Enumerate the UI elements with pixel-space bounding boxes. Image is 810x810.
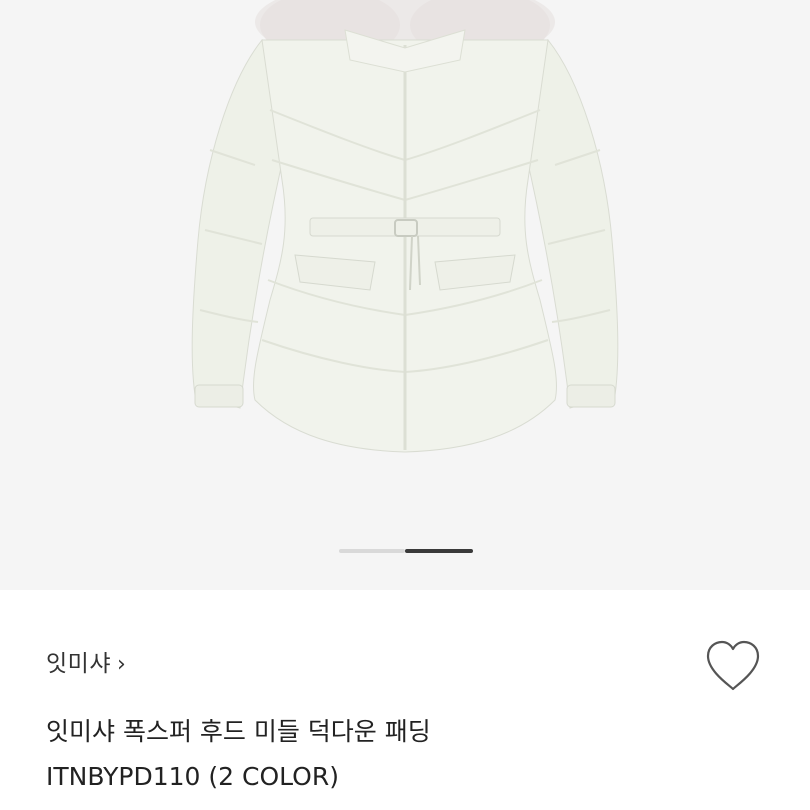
product-name: 잇미샤 폭스퍼 후드 미들 덕다운 패딩: [46, 717, 431, 746]
product-info-section: 잇미샤 › 잇미샤 폭스퍼 후드 미들 덕다운 패딩 ITNBYPD110 (2 …: [0, 590, 810, 810]
chevron-right-icon: ›: [116, 652, 127, 677]
heart-outline-icon: [706, 640, 760, 691]
carousel-indicator-1[interactable]: [339, 549, 405, 553]
carousel-indicator-2-active[interactable]: [405, 549, 473, 553]
carousel-pager[interactable]: [339, 549, 473, 554]
product-photo-padding-jacket: [191, 0, 619, 453]
wishlist-button[interactable]: [704, 639, 762, 693]
brand-link[interactable]: 잇미샤 ›: [46, 644, 126, 678]
product-image-carousel[interactable]: [0, 0, 810, 590]
product-code: ITNBYPD110 (2 COLOR): [46, 762, 339, 791]
brand-name: 잇미샤: [46, 651, 111, 677]
